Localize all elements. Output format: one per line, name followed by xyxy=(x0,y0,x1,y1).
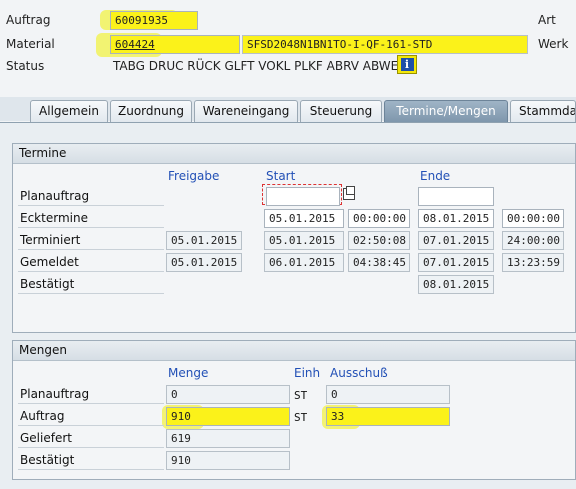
term-start-date-field: 05.01.2015 xyxy=(264,231,344,250)
gem-start-date-field: 06.01.2015 xyxy=(264,253,344,272)
col-ende: Ende xyxy=(420,169,451,183)
eck-end-date-field[interactable]: 08.01.2015 xyxy=(418,209,494,228)
mengen-header: Mengen xyxy=(13,341,575,361)
termine-header: Termine xyxy=(13,144,575,164)
material-description: SFSD2048N1BN1TO-I-QF-161-STD xyxy=(242,35,528,54)
tab-wareneingang[interactable]: Wareneingang xyxy=(194,100,298,122)
term-start-time-field: 02:50:08 xyxy=(348,231,410,250)
eck-end-time-field[interactable]: 00:00:00 xyxy=(502,209,564,228)
gem-start-time-field: 04:38:45 xyxy=(348,253,410,272)
bestaetigt-menge-field: 910 xyxy=(166,451,290,470)
tab-stammdaten[interactable]: Stammdat xyxy=(510,100,576,122)
row-label-auftrag-menge: Auftrag xyxy=(18,407,164,426)
info-icon: i xyxy=(400,58,414,71)
tab-termine-mengen[interactable]: Termine/Mengen xyxy=(384,100,508,123)
term-end-time-field: 24:00:00 xyxy=(502,231,564,250)
tab-zuordnung[interactable]: Zuordnung xyxy=(110,100,192,122)
status-info-button[interactable]: i xyxy=(397,55,417,74)
col-freigabe: Freigabe xyxy=(168,169,220,183)
eck-start-date-field[interactable]: 05.01.2015 xyxy=(264,209,344,228)
geliefert-menge-field: 619 xyxy=(166,429,290,448)
tab-allgemein[interactable]: Allgemein xyxy=(30,100,108,122)
row-label-ecktermine: Ecktermine xyxy=(18,209,164,228)
status-label: Status xyxy=(6,59,45,73)
row-label-planauftrag-menge: Planauftrag xyxy=(18,385,164,404)
auftrag-label: Auftrag xyxy=(6,13,51,27)
col-ausschuss: Ausschuß xyxy=(330,366,388,380)
row-label-geliefert: Geliefert xyxy=(18,429,164,448)
gem-end-time-field: 13:23:59 xyxy=(502,253,564,272)
material-field[interactable]: 604424 xyxy=(110,35,240,54)
auftrag-menge-field[interactable]: 910 xyxy=(166,407,290,426)
term-end-date-field: 07.01.2015 xyxy=(418,231,494,250)
auftrag-ausschuss-field[interactable]: 33 xyxy=(326,407,450,426)
gem-end-date-field: 07.01.2015 xyxy=(418,253,494,272)
gem-freigabe-field: 05.01.2015 xyxy=(166,253,242,272)
col-menge: Menge xyxy=(168,366,209,380)
value-help-icon[interactable] xyxy=(343,186,355,200)
plan-end-date-input[interactable] xyxy=(418,187,494,206)
best-end-date-field: 08.01.2015 xyxy=(418,275,494,294)
status-value: TABG DRUC RÜCK GLFT VOKL PLKF ABRV ABWE* xyxy=(113,59,405,73)
werk-label: Werk xyxy=(538,37,569,51)
plan-einh: ST xyxy=(294,389,308,402)
row-label-bestaetigt: Bestätigt xyxy=(18,275,164,294)
material-label: Material xyxy=(6,37,55,51)
auftrag-einh: ST xyxy=(294,411,308,424)
plan-start-date-input[interactable] xyxy=(266,187,340,206)
col-einh: Einh xyxy=(294,366,321,380)
art-label: Art xyxy=(538,13,556,27)
term-freigabe-field: 05.01.2015 xyxy=(166,231,242,250)
auftrag-field[interactable]: 60091935 xyxy=(110,11,198,30)
col-start: Start xyxy=(266,169,296,183)
row-label-bestaetigt-menge: Bestätigt xyxy=(18,451,164,470)
plan-ausschuss-field: 0 xyxy=(326,385,450,404)
tab-steuerung[interactable]: Steuerung xyxy=(300,100,382,122)
row-label-planauftrag: Planauftrag xyxy=(18,187,164,206)
eck-start-time-field[interactable]: 00:00:00 xyxy=(348,209,410,228)
plan-menge-field: 0 xyxy=(166,385,290,404)
row-label-gemeldet: Gemeldet xyxy=(18,253,164,272)
row-label-terminiert: Terminiert xyxy=(18,231,164,250)
